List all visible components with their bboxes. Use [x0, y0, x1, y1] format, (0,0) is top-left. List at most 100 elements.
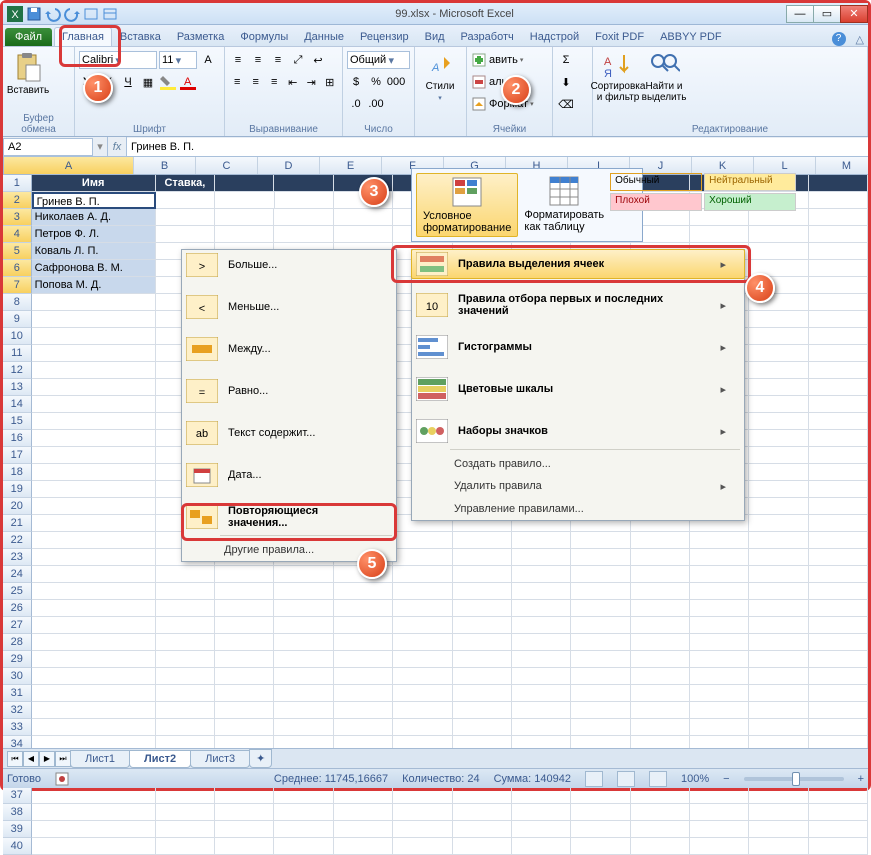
currency-icon[interactable]: $: [347, 73, 365, 91]
cell[interactable]: [749, 532, 808, 549]
cell[interactable]: [749, 379, 808, 396]
border-icon[interactable]: ▦: [139, 73, 157, 91]
cell[interactable]: [749, 362, 808, 379]
cell[interactable]: [749, 804, 808, 821]
sheet-tab-3[interactable]: Лист3: [190, 750, 250, 768]
cell[interactable]: [215, 617, 274, 634]
cell[interactable]: [749, 549, 808, 566]
align-bottom-icon[interactable]: ≡: [269, 51, 287, 69]
cell[interactable]: [215, 668, 274, 685]
cell[interactable]: [749, 328, 808, 345]
cell[interactable]: [215, 583, 274, 600]
cell[interactable]: [274, 804, 333, 821]
cell[interactable]: [571, 668, 630, 685]
col-header-K[interactable]: K: [692, 157, 754, 174]
cell[interactable]: [690, 651, 749, 668]
cell[interactable]: [453, 702, 512, 719]
cell[interactable]: [334, 226, 393, 243]
row-header[interactable]: 4: [3, 226, 32, 243]
cell[interactable]: [690, 719, 749, 736]
cell[interactable]: [631, 719, 690, 736]
col-header-B[interactable]: B: [134, 157, 196, 174]
cell[interactable]: [809, 243, 868, 260]
cell[interactable]: [274, 600, 333, 617]
cell[interactable]: [631, 600, 690, 617]
row-header[interactable]: 1: [3, 175, 32, 192]
number-format-combo[interactable]: Общий▾: [347, 51, 410, 69]
cell[interactable]: [274, 702, 333, 719]
cell[interactable]: [32, 328, 156, 345]
cell[interactable]: [32, 583, 156, 600]
cell[interactable]: [274, 175, 333, 192]
clear-icon[interactable]: ⌫: [557, 95, 575, 113]
cell[interactable]: [571, 617, 630, 634]
cell[interactable]: [571, 787, 630, 804]
cell[interactable]: [571, 719, 630, 736]
cell[interactable]: [749, 464, 808, 481]
cell[interactable]: [749, 600, 808, 617]
cell[interactable]: [453, 583, 512, 600]
cell[interactable]: Коваль Л. П.: [32, 243, 156, 260]
minimize-button[interactable]: —: [786, 5, 814, 23]
zoom-slider[interactable]: [744, 777, 844, 781]
comma-icon[interactable]: 000: [387, 73, 405, 91]
cell[interactable]: [215, 566, 274, 583]
underline-icon[interactable]: Ч: [119, 73, 137, 91]
cell[interactable]: [32, 413, 156, 430]
view-page-layout-button[interactable]: [617, 771, 635, 787]
cell[interactable]: [274, 226, 333, 243]
name-box[interactable]: A2: [3, 138, 93, 156]
cell[interactable]: [393, 651, 452, 668]
cell[interactable]: [571, 821, 630, 838]
cell[interactable]: [809, 651, 868, 668]
cell[interactable]: [32, 787, 156, 804]
cell[interactable]: [809, 447, 868, 464]
namebox-arrow-icon[interactable]: ▾: [93, 140, 107, 153]
cell[interactable]: [32, 430, 156, 447]
indent-dec-icon[interactable]: ⇤: [285, 73, 302, 91]
cell[interactable]: [512, 583, 571, 600]
cell[interactable]: [156, 804, 215, 821]
grow-font-icon[interactable]: A: [199, 51, 217, 69]
cell[interactable]: [809, 821, 868, 838]
tab-foxit[interactable]: Foxit PDF: [587, 27, 652, 46]
cell[interactable]: [809, 515, 868, 532]
cell[interactable]: [275, 192, 334, 209]
cell[interactable]: [631, 702, 690, 719]
cell[interactable]: [215, 719, 274, 736]
cell[interactable]: [749, 702, 808, 719]
cell[interactable]: [809, 379, 868, 396]
cell[interactable]: [809, 719, 868, 736]
view-normal-button[interactable]: [585, 771, 603, 787]
tab-review[interactable]: Рецензир: [352, 27, 417, 46]
cell[interactable]: [690, 787, 749, 804]
cell[interactable]: [512, 702, 571, 719]
cell[interactable]: [393, 617, 452, 634]
menu-delete-rules[interactable]: Удалить правила▸: [412, 475, 744, 498]
cell[interactable]: [571, 651, 630, 668]
wrap-text-icon[interactable]: ↩: [309, 51, 327, 69]
format-cell-icon[interactable]: [471, 96, 487, 112]
cell[interactable]: [32, 498, 156, 515]
cell[interactable]: [809, 311, 868, 328]
cell[interactable]: [809, 192, 868, 209]
minimize-ribbon-icon[interactable]: △: [856, 33, 864, 46]
cell[interactable]: [32, 379, 156, 396]
cell[interactable]: [690, 600, 749, 617]
zoom-in-button[interactable]: +: [858, 773, 864, 785]
style-bad[interactable]: Плохой: [610, 193, 702, 211]
cell[interactable]: [690, 804, 749, 821]
cell[interactable]: [809, 294, 868, 311]
cell[interactable]: [393, 719, 452, 736]
row-header[interactable]: 21: [3, 515, 32, 532]
cell[interactable]: [631, 634, 690, 651]
row-header[interactable]: 28: [3, 634, 32, 651]
cell[interactable]: [32, 464, 156, 481]
col-header-M[interactable]: M: [816, 157, 871, 174]
cell[interactable]: [215, 821, 274, 838]
cell[interactable]: [393, 702, 452, 719]
row-header[interactable]: 38: [3, 804, 32, 821]
cell[interactable]: [631, 549, 690, 566]
font-color-icon[interactable]: А: [179, 73, 197, 91]
cell[interactable]: [809, 549, 868, 566]
